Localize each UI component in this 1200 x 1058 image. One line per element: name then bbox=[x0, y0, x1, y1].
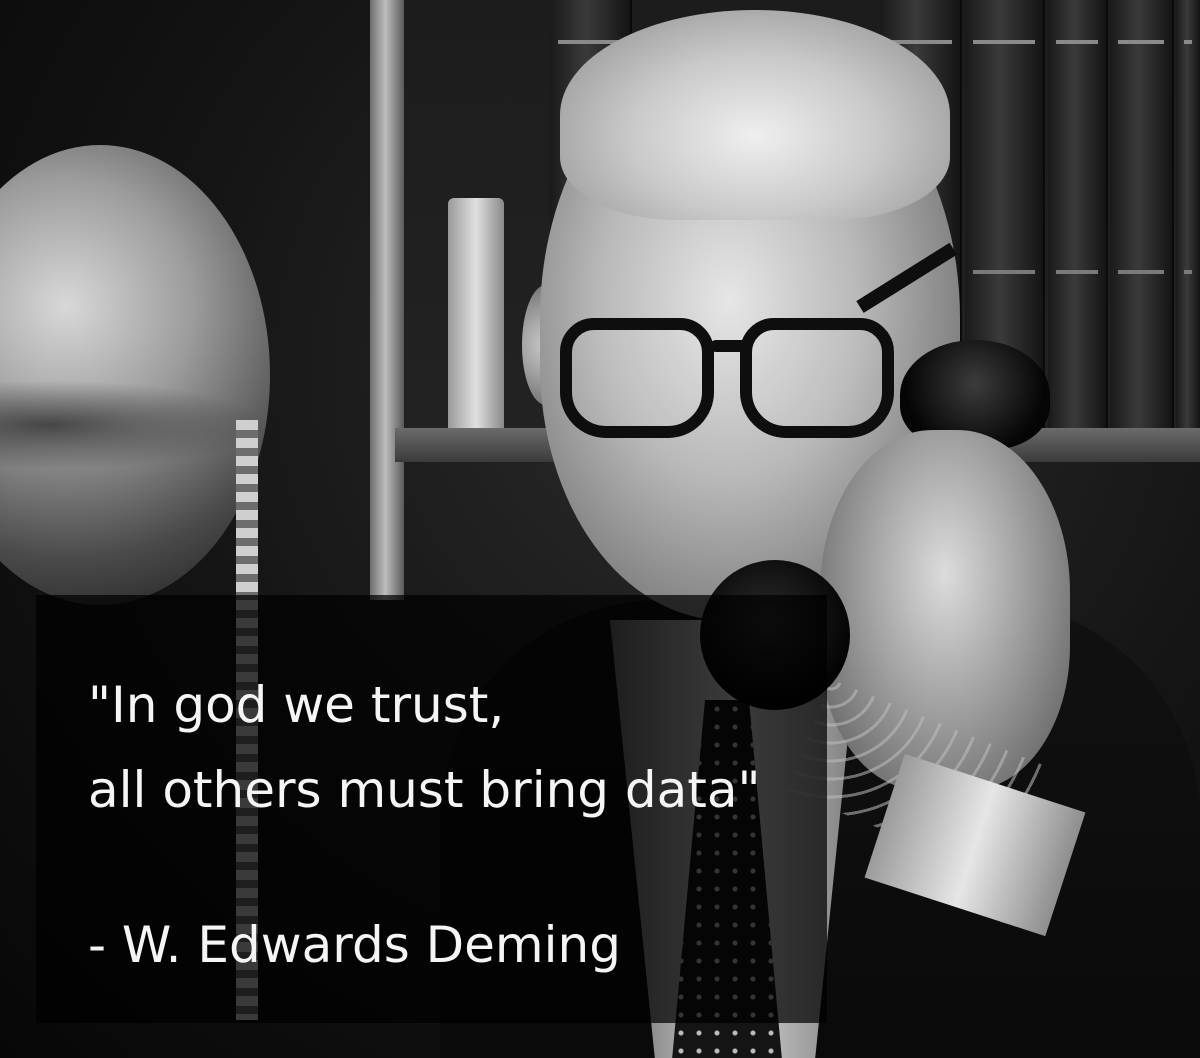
candle bbox=[448, 198, 504, 428]
quote-line-1: "In god we trust, bbox=[88, 676, 505, 734]
eyeglasses bbox=[560, 242, 957, 438]
eyeglasses-left-lens bbox=[560, 318, 714, 438]
globe bbox=[0, 145, 270, 605]
eyeglasses-right-lens bbox=[740, 318, 894, 438]
quote-attribution: - W. Edwards Deming bbox=[88, 916, 621, 974]
globe-shadow bbox=[0, 380, 270, 470]
shelf-post bbox=[370, 0, 404, 600]
book bbox=[1048, 0, 1108, 428]
quote-line-2: all others must bring data" bbox=[88, 761, 761, 819]
book bbox=[1110, 0, 1174, 428]
person-hair bbox=[560, 10, 950, 220]
photo-scene: "In god we trust, all others must bring … bbox=[0, 0, 1200, 1058]
book bbox=[1176, 0, 1200, 428]
